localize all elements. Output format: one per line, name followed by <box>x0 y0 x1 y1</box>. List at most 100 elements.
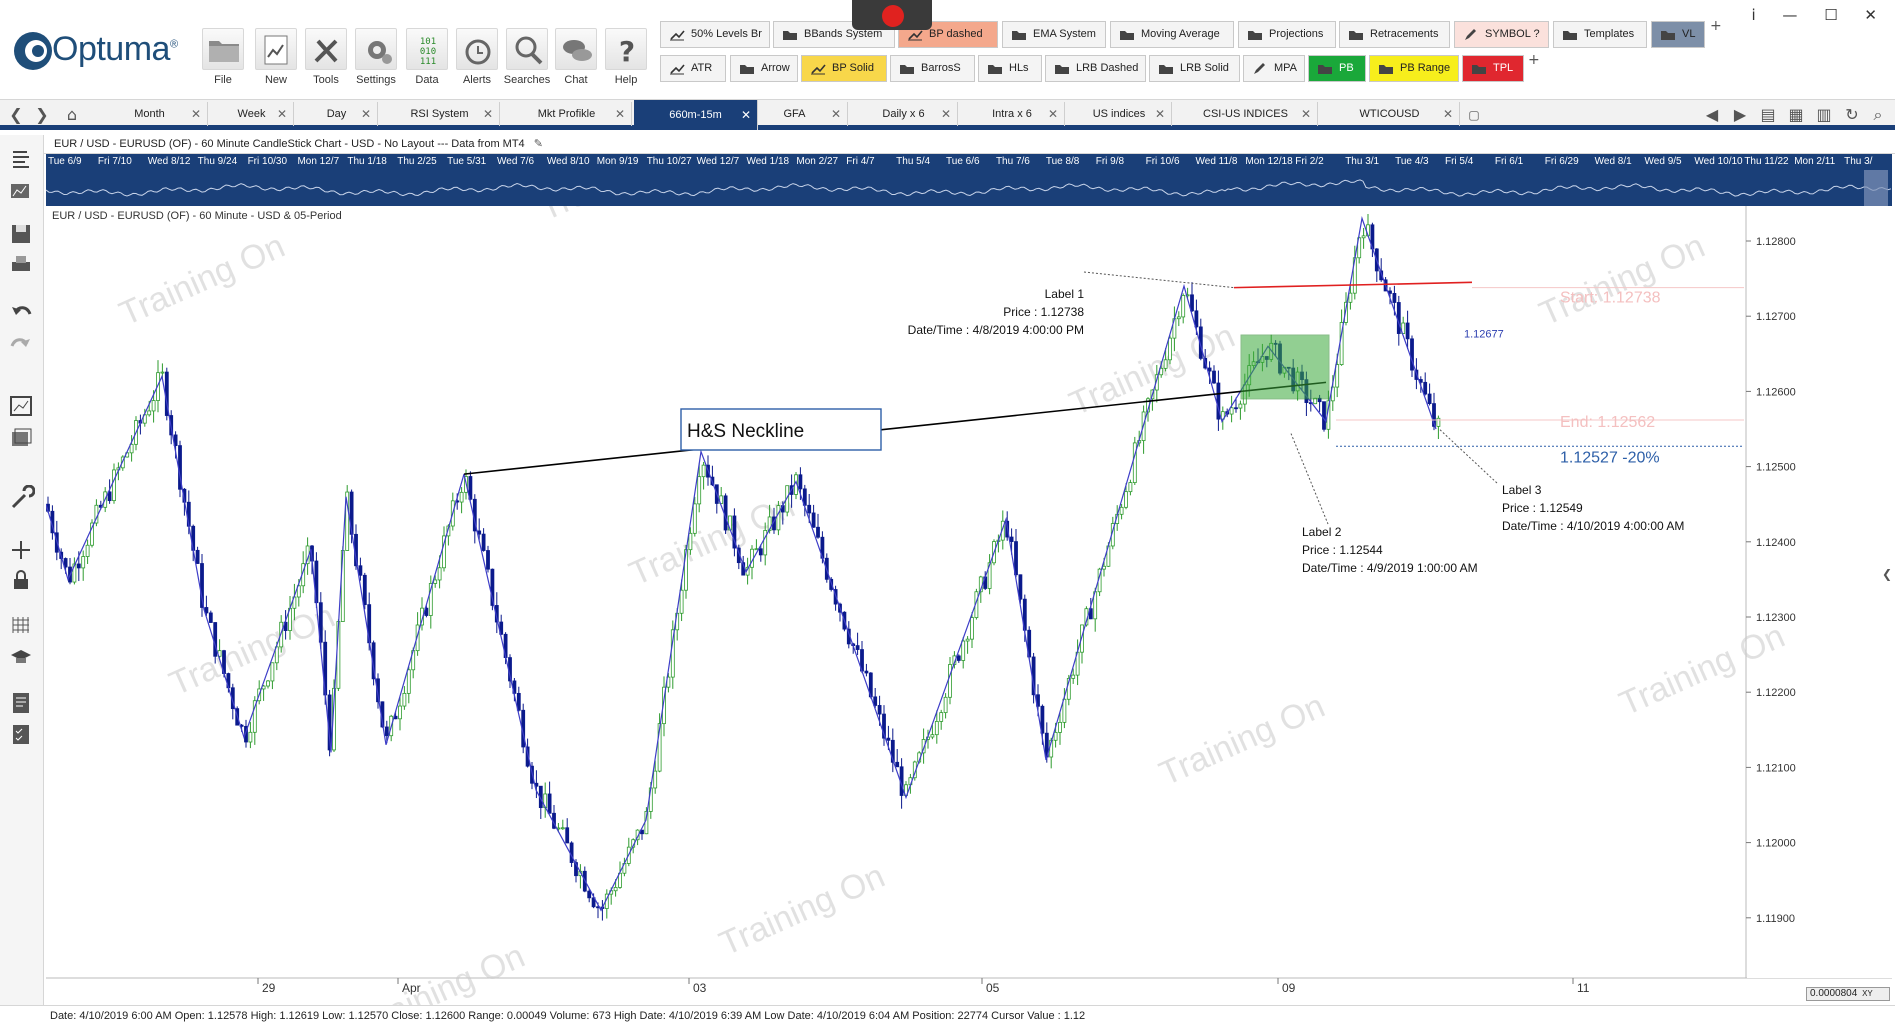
tab-month[interactable]: Month ✕ <box>92 102 208 126</box>
toolbar-button-ema-system[interactable]: EMA System <box>1002 21 1106 48</box>
candlestick-chart[interactable]: 1.128001.127001.126001.125001.124001.123… <box>46 206 1892 1018</box>
overview-navigator[interactable]: Tue 6/9 Fri 7/10 Wed 8/12 Thu 9/24 Fri 10/30… <box>46 154 1892 206</box>
toolbar-button-atr[interactable]: ATR <box>660 55 726 82</box>
crosshair-icon[interactable] <box>7 536 35 564</box>
toolbar-button-bp-solid[interactable]: BP Solid <box>801 55 887 82</box>
document-icon[interactable] <box>7 689 35 717</box>
tab-close-icon[interactable]: ✕ <box>191 102 201 126</box>
help-button[interactable]: ? Help <box>602 28 650 94</box>
grid-layout-icon[interactable]: ▦ <box>1784 104 1808 126</box>
tile-icon[interactable]: ▥ <box>1812 104 1836 126</box>
back-arrow-icon[interactable]: ❮ <box>4 104 28 126</box>
edit-title-icon[interactable]: ✎ <box>534 138 543 150</box>
record-icon[interactable] <box>882 5 904 27</box>
toolbar-button-arrow[interactable]: Arrow <box>730 55 798 82</box>
toolbar-button-barross[interactable]: BarrosS <box>890 55 975 82</box>
add-toolbar-icon[interactable]: + <box>1710 18 1722 34</box>
close-icon[interactable]: ✕ <box>1864 6 1877 24</box>
tab-close-icon[interactable]: ✕ <box>615 102 625 126</box>
scholar-icon[interactable] <box>7 643 35 671</box>
tab-rsi-system[interactable]: RSI System ✕ <box>380 102 500 126</box>
chat-button[interactable]: Chat <box>552 28 600 94</box>
info-icon[interactable]: i <box>1751 6 1755 24</box>
minimize-icon[interactable]: — <box>1782 6 1797 24</box>
outline-icon[interactable] <box>7 147 35 175</box>
toolbar-button-vl[interactable]: VL <box>1651 21 1705 48</box>
wrench-icon[interactable] <box>7 484 36 513</box>
toolbar-button-templates[interactable]: Templates <box>1553 21 1647 48</box>
forward-arrow-icon[interactable]: ❯ <box>30 104 54 126</box>
scroll-left-icon[interactable]: ◀ <box>1700 104 1724 126</box>
collapse-panel-icon[interactable]: ❮ <box>1882 567 1892 581</box>
home-icon[interactable]: ⌂ <box>60 104 84 126</box>
scroll-right-icon[interactable]: ▶ <box>1728 104 1752 126</box>
tab-close-icon[interactable]: ✕ <box>277 102 287 126</box>
tab-daily-x-6[interactable]: Daily x 6 ✕ <box>850 102 958 126</box>
checklist-icon[interactable] <box>7 720 35 748</box>
tab-close-icon[interactable]: ✕ <box>1048 102 1058 126</box>
new-tab-icon[interactable]: ▢ <box>1462 104 1486 126</box>
new-chart-icon[interactable] <box>255 28 297 70</box>
folder-icon[interactable] <box>202 28 244 70</box>
binary-data-icon[interactable]: 101 010 111 <box>406 28 448 70</box>
toolbar-button-lrb-dashed[interactable]: LRB Dashed <box>1045 55 1146 82</box>
toolbar-button-50-levels-br[interactable]: 50% Levels Br <box>660 21 770 48</box>
add-toolbar-icon[interactable]: + <box>1528 52 1540 68</box>
tab-close-icon[interactable]: ✕ <box>361 102 371 126</box>
undo-icon[interactable] <box>7 298 35 326</box>
print-icon[interactable] <box>7 251 35 279</box>
chart-gallery-icon[interactable] <box>7 178 35 206</box>
chart-icon[interactable] <box>7 392 35 420</box>
new-button[interactable]: New <box>252 28 300 94</box>
alarm-clock-icon[interactable] <box>456 28 498 70</box>
magnifier-icon[interactable] <box>506 28 548 70</box>
toolbar-button-symbol-[interactable]: SYMBOL ? <box>1454 21 1549 48</box>
toolbar-button-moving-average[interactable]: Moving Average <box>1110 21 1234 48</box>
file-button[interactable]: File <box>199 28 247 94</box>
redo-icon[interactable] <box>7 330 35 358</box>
tab-close-icon[interactable]: ✕ <box>831 102 841 126</box>
question-icon[interactable]: ? <box>605 28 647 70</box>
tab-csi-us-indices[interactable]: CSI-US INDICES ✕ <box>1174 102 1318 126</box>
data-button[interactable]: 101 010 111 Data <box>403 28 451 94</box>
tab-gfa[interactable]: GFA ✕ <box>742 102 848 126</box>
toolbar-button-hls[interactable]: HLs <box>978 55 1042 82</box>
tab-wticousd[interactable]: WTICOUSD ✕ <box>1320 102 1460 126</box>
tools-icon[interactable] <box>305 28 347 70</box>
gear-icon[interactable] <box>355 28 397 70</box>
tab-day[interactable]: Day ✕ <box>296 102 378 126</box>
pattern-box[interactable] <box>1240 334 1330 400</box>
searches-button[interactable]: Searches <box>503 28 551 94</box>
lock-icon[interactable] <box>7 566 35 594</box>
tab-intra-x-6[interactable]: Intra x 6 ✕ <box>960 102 1065 126</box>
recording-widget[interactable] <box>852 0 932 30</box>
tab-week[interactable]: Week ✕ <box>210 102 294 126</box>
alerts-button[interactable]: Alerts <box>453 28 501 94</box>
grid-icon[interactable] <box>7 611 35 639</box>
save-icon[interactable] <box>7 220 35 248</box>
toolbar-button-projections[interactable]: Projections <box>1238 21 1336 48</box>
tab-us-indices[interactable]: US indices ✕ <box>1067 102 1172 126</box>
tab-mkt-profikle[interactable]: Mkt Profikle ✕ <box>502 102 632 126</box>
toolbar-button-pb[interactable]: PB <box>1308 55 1366 82</box>
refresh-icon[interactable]: ↻ <box>1840 104 1864 126</box>
chat-bubbles-icon[interactable] <box>555 28 597 70</box>
settings-button[interactable]: Settings <box>352 28 400 94</box>
toolbar-button-tpl[interactable]: TPL <box>1462 55 1524 82</box>
tools-button[interactable]: Tools <box>302 28 350 94</box>
search-icon[interactable]: ⌕ <box>1866 104 1890 126</box>
tab-close-icon[interactable]: ✕ <box>483 102 493 126</box>
toolbar-button-mpa[interactable]: MPA <box>1243 55 1305 82</box>
tab-close-icon[interactable]: ✕ <box>1443 102 1453 126</box>
tab-close-icon[interactable]: ✕ <box>941 102 951 126</box>
overview-window-handle[interactable] <box>1864 170 1888 206</box>
plot-area[interactable] <box>46 206 1746 978</box>
tab-660m-15m[interactable]: 660m-15m ✕ <box>634 100 758 130</box>
layers-icon[interactable] <box>7 424 35 452</box>
tab-close-icon[interactable]: ✕ <box>1155 102 1165 126</box>
toolbar-button-pb-range[interactable]: PB Range <box>1369 55 1459 82</box>
layout-icon[interactable]: ▤ <box>1756 104 1780 126</box>
toolbar-button-retracements[interactable]: Retracements <box>1339 21 1450 48</box>
maximize-icon[interactable]: ☐ <box>1824 6 1837 24</box>
toolbar-button-lrb-solid[interactable]: LRB Solid <box>1149 55 1240 82</box>
